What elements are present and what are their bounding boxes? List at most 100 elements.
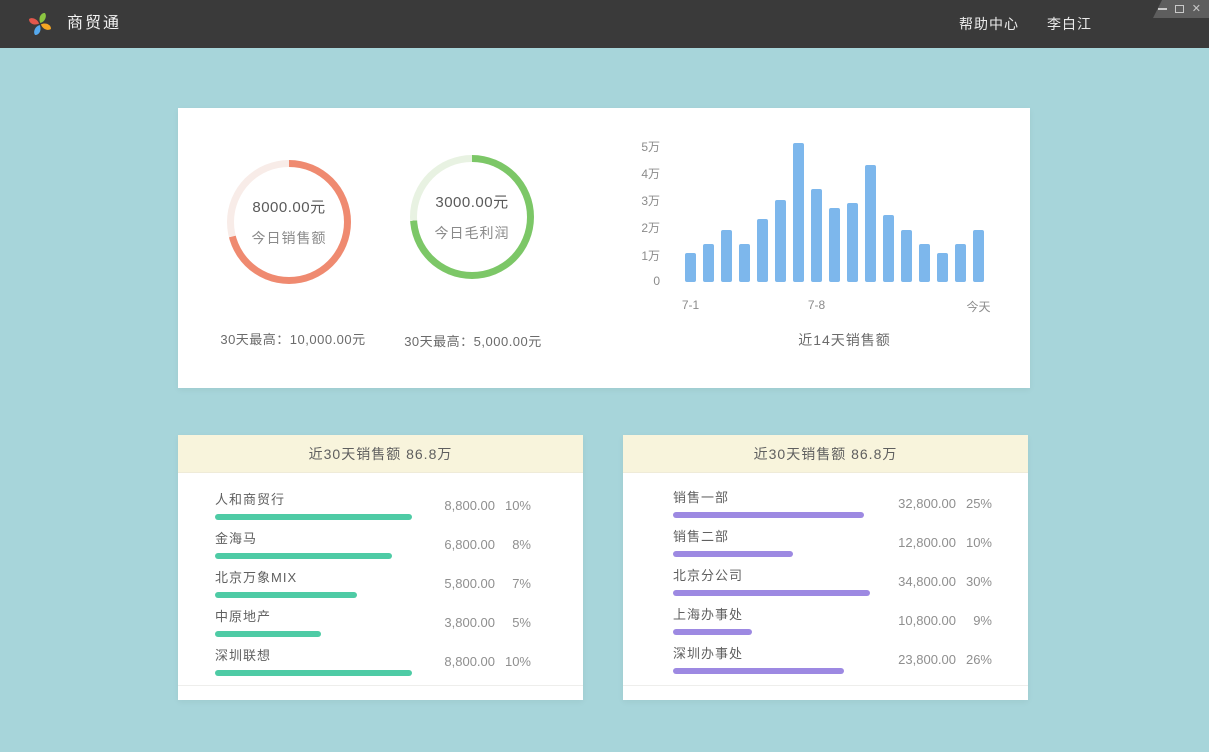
today-profit-label: 今日毛利润 [435,223,510,243]
list-row: 深圳联想8,800.0010% [215,647,531,676]
y-axis-tick: 3万 [630,192,660,209]
today-sales-value: 8000.00元 [252,196,325,217]
today-profit-donut-chart: 3000.00元 今日毛利润 [410,155,534,279]
card-bottom-divider [623,685,1028,686]
x-axis-tick: 7-1 [682,298,699,312]
list-item-amount: 10,800.00 [890,613,956,628]
departments-card-title: 近30天销售额 86.8万 [623,435,1028,473]
sales-bar [919,244,930,282]
list-item-name: 上海办事处 [673,606,890,623]
list-item-name: 深圳办事处 [673,645,890,662]
list-item-bar [673,668,844,674]
sales-bar [739,244,750,282]
today-profit-value: 3000.00元 [435,191,508,212]
app-window: 商贸通 帮助中心 李白江 ✕ 8000.00元 今日销售额 30天最高：10,0… [0,0,1209,752]
list-item-name: 销售一部 [673,489,890,506]
list-item-bar [215,514,412,520]
list-item-bar [215,553,392,559]
departments-card: 近30天销售额 86.8万 销售一部32,800.0025% 销售二部12,800… [623,435,1028,700]
list-item-percent: 25% [956,496,992,511]
list-item-bar [673,629,752,635]
list-item-percent: 9% [956,613,992,628]
list-item-percent: 10% [956,535,992,550]
list-row: 北京分公司34,800.0030% [673,567,992,596]
y-axis-tick: 5万 [630,138,660,155]
list-item-name: 销售二部 [673,528,890,545]
list-item-percent: 26% [956,652,992,667]
list-item-percent: 30% [956,574,992,589]
list-item-amount: 12,800.00 [890,535,956,550]
today-profit-30d-max: 30天最高：5,000.00元 [358,331,588,350]
y-axis-tick: 1万 [630,247,660,264]
summary-card: 8000.00元 今日销售额 30天最高：10,000.00元 3000.00元… [178,108,1030,388]
list-item-amount: 32,800.00 [890,496,956,511]
sales-bar [973,230,984,282]
list-item-percent: 7% [495,576,531,591]
app-title: 商贸通 [67,0,121,48]
list-item-name: 北京分公司 [673,567,890,584]
list-row: 销售二部12,800.0010% [673,528,992,557]
bar-chart-x-axis: 7-17-8今天 [685,298,984,312]
maximize-icon[interactable] [1175,5,1184,13]
sales-bar [883,215,894,282]
bar-chart-title: 近14天销售额 [695,330,994,350]
customers-card-rows: 人和商贸行8,800.0010%金海马6,800.008%北京万象MIX5,80… [178,473,583,676]
customers-card: 近30天销售额 86.8万 人和商贸行8,800.0010%金海马6,800.0… [178,435,583,700]
sales-bar [757,219,768,282]
sales-bar [811,189,822,282]
list-item-amount: 34,800.00 [890,574,956,589]
donut-center: 3000.00元 今日毛利润 [410,155,534,279]
list-item-name: 中原地产 [215,608,429,625]
today-sales-donut-chart: 8000.00元 今日销售额 [227,160,351,284]
list-item-bar [215,631,321,637]
today-sales-label: 今日销售额 [252,228,327,248]
list-item-percent: 5% [495,615,531,630]
list-item-amount: 6,800.00 [429,537,495,552]
y-axis-tick: 4万 [630,165,660,182]
y-axis-tick: 2万 [630,219,660,236]
list-item-name: 深圳联想 [215,647,429,664]
x-axis-tick: 7-8 [808,298,825,312]
minimize-icon[interactable] [1158,8,1167,10]
bar-chart-y-axis: 5万 4万 3万 2万 1万 0 [630,108,660,388]
departments-card-rows: 销售一部32,800.0025% 销售二部12,800.0010% 北京分公司34,… [623,473,1028,674]
list-row: 深圳办事处23,800.0026% [673,645,992,674]
list-item-percent: 8% [495,537,531,552]
list-item-percent: 10% [495,498,531,513]
close-icon[interactable]: ✕ [1192,4,1201,15]
list-row: 中原地产3,800.005% [215,608,531,637]
titlebar-nav: 帮助中心 李白江 [959,0,1092,48]
list-row: 金海马6,800.008% [215,530,531,559]
list-row: 上海办事处10,800.009% [673,606,992,635]
donut-center: 8000.00元 今日销售额 [227,160,351,284]
list-item-bar [673,590,870,596]
list-item-name: 人和商贸行 [215,491,429,508]
pinwheel-logo-icon [26,10,54,38]
x-axis-tick: 今天 [966,298,990,315]
sales-bar [829,208,840,282]
list-item-bar [673,512,864,518]
sales-bar [703,244,714,282]
sales-bar [937,253,948,282]
list-item-name: 北京万象MIX [215,569,429,586]
list-item-percent: 10% [495,654,531,669]
list-item-amount: 5,800.00 [429,576,495,591]
sales-bar [685,253,696,282]
list-item-bar [215,670,412,676]
help-center-link[interactable]: 帮助中心 [959,14,1019,34]
list-item-bar [215,592,357,598]
list-item-amount: 8,800.00 [429,498,495,513]
sales-bar [847,203,858,282]
list-item-amount: 8,800.00 [429,654,495,669]
list-row: 人和商贸行8,800.0010% [215,491,531,520]
bar-chart-bars [685,132,984,282]
sales-bar [865,165,876,282]
list-row: 北京万象MIX5,800.007% [215,569,531,598]
username-link[interactable]: 李白江 [1047,14,1092,34]
sales-bar [721,230,732,282]
list-item-amount: 23,800.00 [890,652,956,667]
sales-bar [955,244,966,282]
list-item-bar [673,551,793,557]
y-axis-tick: 0 [630,274,660,288]
sales-bar [775,200,786,282]
